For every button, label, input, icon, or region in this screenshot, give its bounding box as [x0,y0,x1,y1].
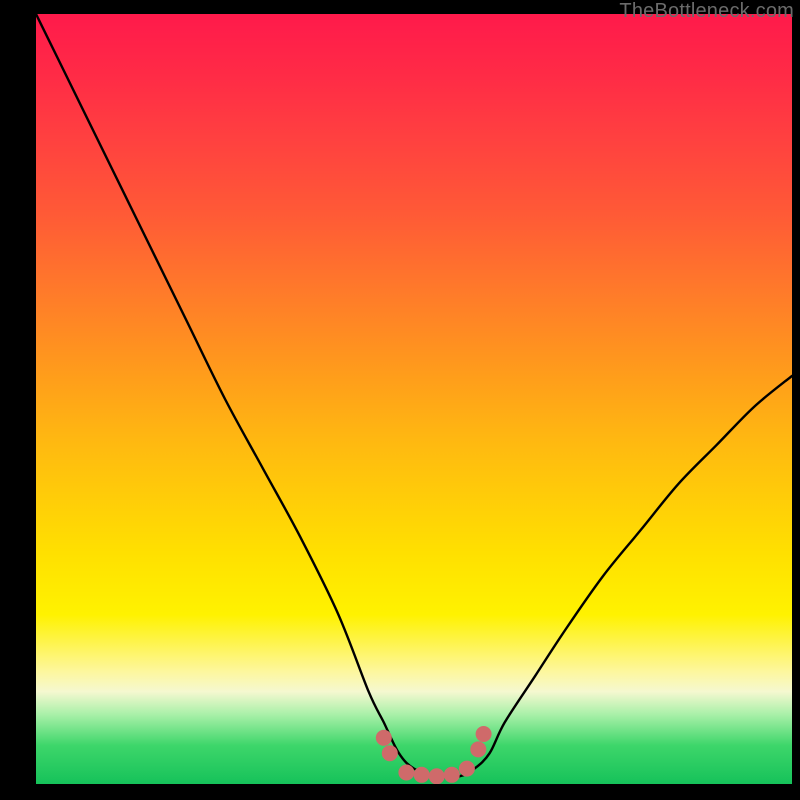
watermark-text: TheBottleneck.com [619,0,794,23]
chart-frame: TheBottleneck.com [0,0,800,800]
optimal-dot [382,745,398,761]
optimal-dot [476,726,492,742]
curve-layer [36,14,792,784]
optimal-dot [414,767,430,783]
optimal-dot [398,765,414,781]
optimal-dot [444,767,460,783]
optimal-dot [429,768,445,784]
optimal-dots [376,726,492,784]
bottleneck-curve [36,14,792,777]
optimal-dot [376,730,392,746]
optimal-dot [470,741,486,757]
optimal-dot [459,761,475,777]
plot-area [36,14,792,784]
